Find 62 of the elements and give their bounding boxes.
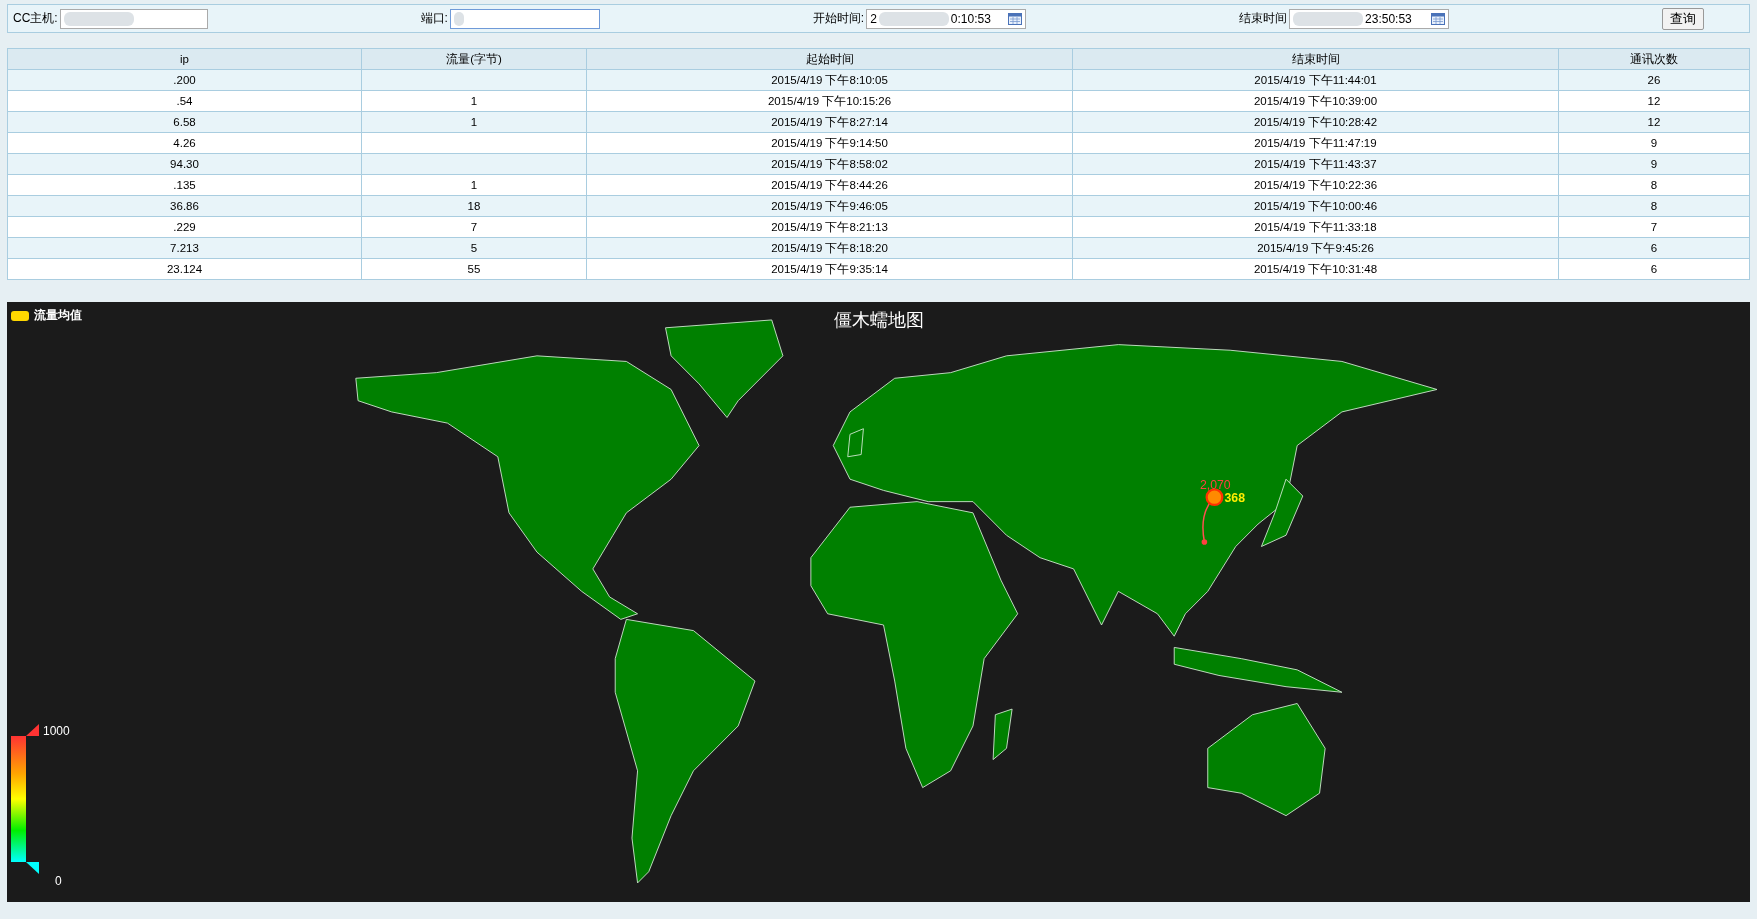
- table-cell: 2015/4/19 下午10:15:26: [586, 90, 1073, 112]
- table-cell: 2015/4/19 下午11:47:19: [1072, 132, 1559, 154]
- table-cell: 94.30: [7, 153, 362, 175]
- table-cell: 1: [361, 90, 587, 112]
- table-cell: 2015/4/19 下午11:33:18: [1072, 216, 1559, 238]
- table-cell: 2015/4/19 下午8:10:05: [586, 69, 1073, 91]
- table-cell: 2015/4/19 下午10:28:42: [1072, 111, 1559, 133]
- map-title: 僵木蠕地图: [833, 309, 924, 332]
- table-cell: 2015/4/19 下午10:00:46: [1072, 195, 1559, 217]
- marker-label: 2,070: [1199, 478, 1231, 493]
- table-cell: 1: [361, 111, 587, 133]
- table-cell: .200: [7, 69, 362, 91]
- table-cell: 7: [361, 216, 587, 238]
- table-cell: 23.124: [7, 258, 362, 280]
- source-marker: [1201, 539, 1208, 545]
- table-cell: 2015/4/19 下午9:46:05: [586, 195, 1073, 217]
- table-cell: 6.58: [7, 111, 362, 133]
- color-scale-bar[interactable]: [11, 724, 41, 874]
- table-cell: 2015/4/19 下午11:43:37: [1072, 153, 1559, 175]
- legend-swatch[interactable]: [11, 310, 29, 321]
- table-cell: .229: [7, 216, 362, 238]
- host-input-field[interactable]: [59, 8, 208, 29]
- field-label: 端口:: [420, 10, 448, 27]
- port-input-field[interactable]: [449, 8, 600, 29]
- table-cell: 2015/4/19 下午10:22:36: [1072, 174, 1559, 196]
- table-cell: 2015/4/19 下午9:35:14: [586, 258, 1073, 280]
- table-cell: 2015/4/19 下午11:44:01: [1072, 69, 1559, 91]
- calendar-icon[interactable]: [1008, 12, 1023, 25]
- table-cell: 2015/4/19 下午8:27:14: [586, 111, 1073, 133]
- table-cell: 7.213: [7, 237, 362, 259]
- column-header: 起始时间: [586, 48, 1073, 70]
- field-label: 结束时间: [1239, 10, 1288, 27]
- table-cell: .54: [7, 90, 362, 112]
- table-cell: 2015/4/19 下午8:44:26: [586, 174, 1073, 196]
- table-cell: 2015/4/19 下午10:31:48: [1072, 258, 1559, 280]
- field-label: CC主机:: [13, 10, 58, 27]
- table-cell: 2015/4/19 下午8:18:20: [586, 237, 1073, 259]
- column-header: 通讯次数: [1558, 48, 1750, 70]
- table-cell: 2015/4/19 下午8:21:13: [586, 216, 1073, 238]
- table-cell: 2015/4/19 下午8:58:02: [586, 153, 1073, 175]
- start-time-field[interactable]: 2 0:10:53: [866, 8, 1027, 29]
- table-cell: 2015/4/19 下午9:45:26: [1072, 237, 1559, 259]
- column-header: 流量(字节): [361, 48, 587, 70]
- table-cell: 18: [361, 195, 587, 217]
- table-cell: 2015/4/19 下午10:39:00: [1072, 90, 1559, 112]
- column-header: 结束时间: [1072, 48, 1559, 70]
- table-cell: 1: [361, 174, 587, 196]
- table-cell: 4.26: [7, 132, 362, 154]
- query-button[interactable]: 查询: [1662, 7, 1704, 30]
- table-cell: 5: [361, 237, 587, 259]
- table-cell: 36.86: [7, 195, 362, 217]
- legend-label[interactable]: 流量均值: [34, 307, 82, 324]
- column-header: ip: [7, 48, 362, 70]
- marker-label: 368: [1224, 490, 1246, 505]
- scale-max-label: 1000: [43, 724, 70, 738]
- table-cell: 2015/4/19 下午9:14:50: [586, 132, 1073, 154]
- table-cell: .135: [7, 174, 362, 196]
- table-cell: 55: [361, 258, 587, 280]
- field-label: 开始时间:: [812, 10, 865, 27]
- calendar-icon[interactable]: [1431, 12, 1446, 25]
- end-time-field[interactable]: 23:50:53: [1289, 8, 1450, 29]
- scale-min-label: 0: [55, 874, 62, 888]
